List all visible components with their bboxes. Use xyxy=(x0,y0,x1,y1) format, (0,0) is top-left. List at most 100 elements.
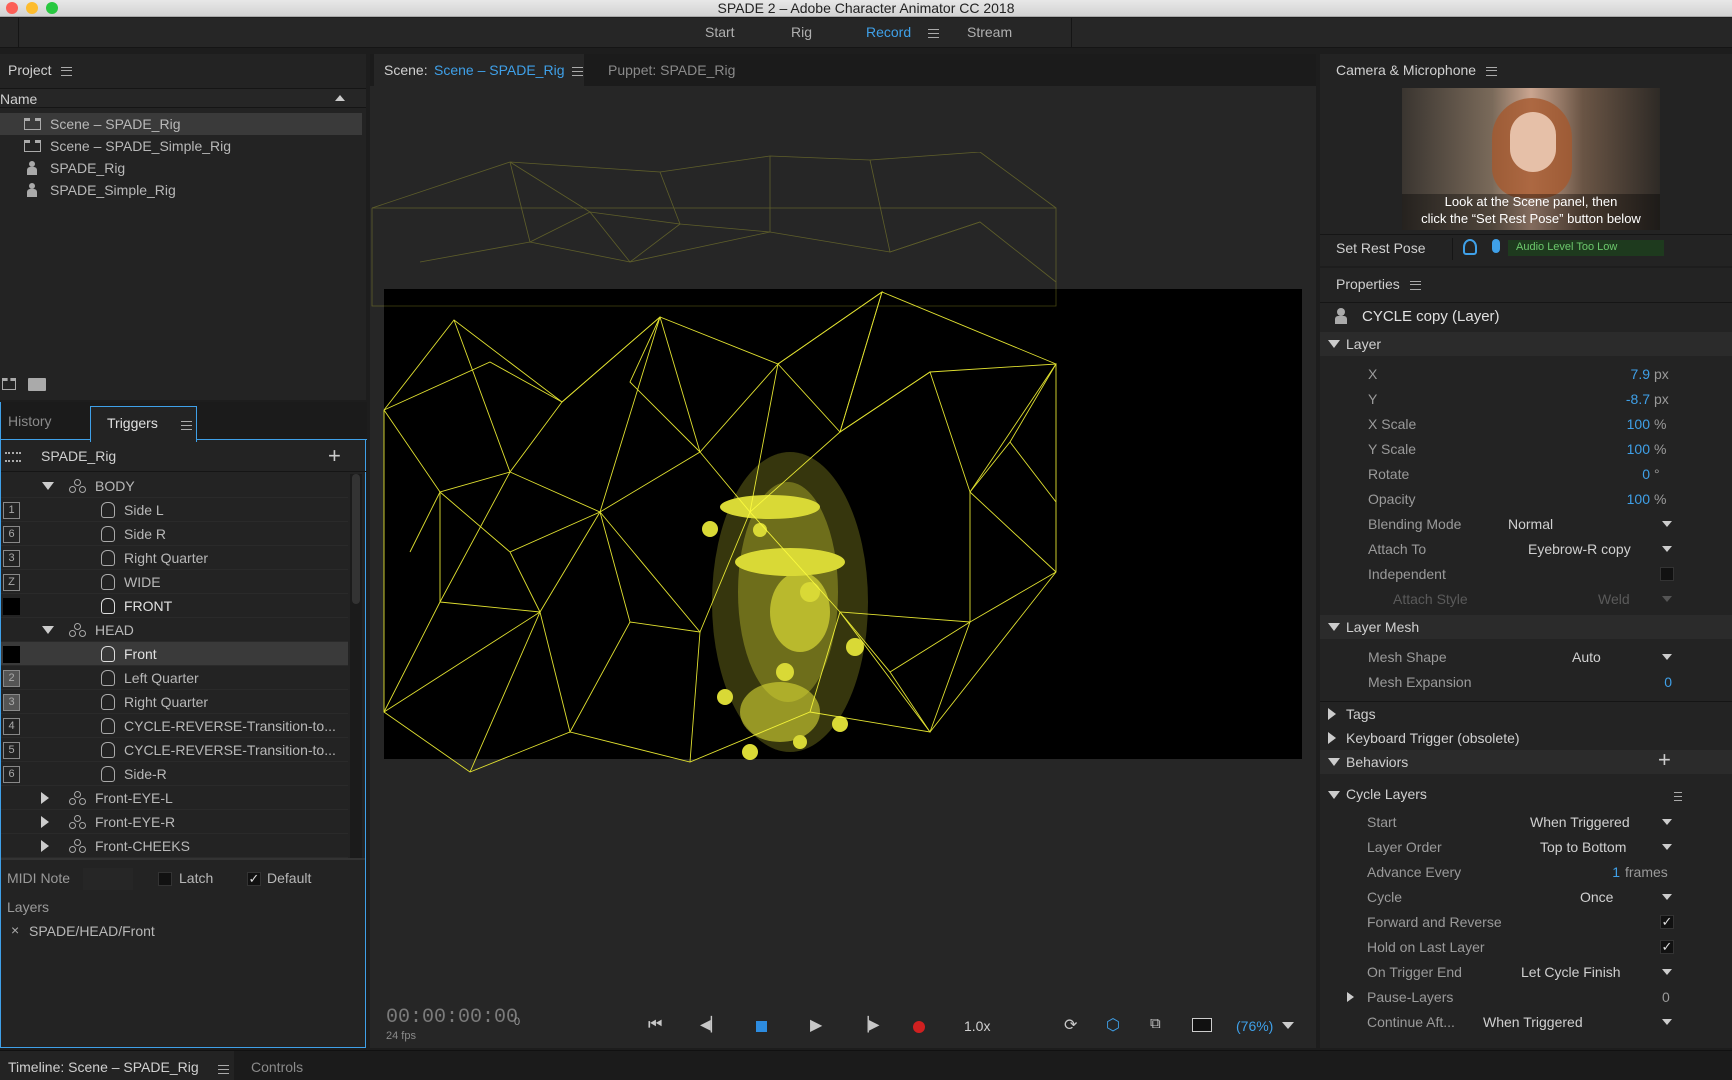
y-value[interactable]: -8.7 xyxy=(1560,388,1650,410)
microphone-icon[interactable] xyxy=(1492,239,1500,253)
collapse-triangle-icon[interactable] xyxy=(41,792,49,804)
trigger-row[interactable]: Z WIDE xyxy=(1,570,348,594)
triggers-menu-icon[interactable] xyxy=(181,421,192,430)
trigger-row[interactable]: FRONT xyxy=(1,594,348,618)
workspace-record[interactable]: Record xyxy=(866,24,911,40)
trigger-row[interactable]: 3 Right Quarter xyxy=(1,546,348,570)
tab-history[interactable]: History xyxy=(8,413,52,429)
mesh-expansion-value[interactable]: 0 xyxy=(1600,671,1672,693)
opacity-value[interactable]: 100 xyxy=(1560,488,1650,510)
tags-section-header[interactable]: Tags xyxy=(1320,703,1732,725)
new-scene-icon[interactable] xyxy=(2,378,16,390)
advance-every-value[interactable]: 1 xyxy=(1560,861,1620,883)
add-trigger-button[interactable]: + xyxy=(328,443,341,469)
camera-menu-icon[interactable] xyxy=(1485,66,1497,76)
trigger-row[interactable]: 2 Left Quarter xyxy=(1,666,348,690)
default-checkbox[interactable]: ✓ xyxy=(247,872,261,886)
trigger-row[interactable]: 6 Side-R xyxy=(1,762,348,786)
zoom-dropdown-icon[interactable] xyxy=(1282,1022,1294,1029)
step-forward-icon[interactable]: ▕▶ xyxy=(858,1016,880,1033)
zoom-level[interactable]: (76%) xyxy=(1236,1018,1273,1034)
workspace-stream[interactable]: Stream xyxy=(967,24,1012,40)
cycle-dropdown[interactable]: Once xyxy=(1580,886,1672,908)
trigger-group-row[interactable]: Front-EYE-L xyxy=(1,786,348,810)
hold-last-layer-checkbox[interactable]: ✓ xyxy=(1660,940,1674,954)
layer-order-dropdown[interactable]: Top to Bottom xyxy=(1540,836,1672,858)
tab-timeline[interactable]: Timeline: Scene – SPADE_Rig xyxy=(0,1051,234,1080)
new-folder-icon[interactable] xyxy=(28,378,46,391)
scene-menu-icon[interactable] xyxy=(572,67,583,76)
loop-icon[interactable]: ⟳ xyxy=(1064,1015,1077,1035)
expand-triangle-icon[interactable] xyxy=(42,482,54,490)
project-menu-icon[interactable] xyxy=(61,66,73,76)
timecode-display[interactable]: 00:00:00:00 xyxy=(386,1006,518,1029)
trigger-group-row[interactable]: BODY xyxy=(1,474,348,498)
workspace-start[interactable]: Start xyxy=(705,24,735,40)
keyboard-trigger-section-header[interactable]: Keyboard Trigger (obsolete) xyxy=(1320,727,1732,749)
independent-checkbox[interactable] xyxy=(1660,567,1674,581)
trigger-group-row[interactable]: Front-EYE-R xyxy=(1,810,348,834)
collapse-triangle-icon[interactable] xyxy=(1347,992,1354,1002)
step-back-icon[interactable]: ◀▏ xyxy=(700,1016,722,1033)
project-column-header[interactable]: Name xyxy=(0,88,366,108)
timeline-menu-icon[interactable] xyxy=(218,1065,229,1074)
scrollbar-thumb[interactable] xyxy=(352,474,360,604)
start-dropdown[interactable]: When Triggered xyxy=(1530,811,1672,833)
behavior-menu-icon[interactable] xyxy=(1674,792,1682,801)
camera-toggle-icon[interactable] xyxy=(1463,239,1477,255)
trigger-row[interactable]: 5 CYCLE-REVERSE-Transition-to... xyxy=(1,738,348,762)
blending-mode-dropdown[interactable]: Normal xyxy=(1508,513,1672,535)
playback-speed[interactable]: 1.0x xyxy=(964,1018,990,1034)
set-rest-pose-button[interactable]: Set Rest Pose xyxy=(1336,240,1426,256)
cycle-layers-header[interactable]: Cycle Layers xyxy=(1320,783,1732,805)
trigger-group-row[interactable]: Front-CHEEKS xyxy=(1,834,348,858)
workspace-menu-icon[interactable] xyxy=(928,29,939,38)
go-to-start-icon[interactable]: ⏮ xyxy=(648,1016,662,1034)
add-behavior-button[interactable]: + xyxy=(1658,748,1671,772)
x-scale-value[interactable]: 100 xyxy=(1560,413,1650,435)
midi-note-input[interactable] xyxy=(83,868,133,890)
trigger-row[interactable]: 3 Right Quarter xyxy=(1,690,348,714)
tab-scene[interactable]: Scene: Scene – SPADE_Rig xyxy=(374,54,584,86)
stop-icon[interactable] xyxy=(756,1021,767,1032)
attach-to-dropdown[interactable]: Eyebrow-R copy xyxy=(1528,538,1672,560)
collapse-triangle-icon[interactable] xyxy=(1328,708,1336,720)
rotate-value[interactable]: 0 xyxy=(1560,463,1650,485)
y-scale-value[interactable]: 100 xyxy=(1560,438,1650,460)
workspace-rig[interactable]: Rig xyxy=(791,24,812,40)
forward-reverse-checkbox[interactable]: ✓ xyxy=(1660,915,1674,929)
expand-triangle-icon[interactable] xyxy=(42,626,54,634)
remove-layer-icon[interactable]: × xyxy=(11,922,19,938)
mesh-shape-dropdown[interactable]: Auto xyxy=(1572,646,1672,668)
layer-section-header[interactable]: Layer xyxy=(1320,332,1732,356)
tab-triggers[interactable]: Triggers xyxy=(90,406,197,442)
trigger-group-row[interactable]: HEAD xyxy=(1,618,348,642)
trigger-row-selected[interactable]: Front xyxy=(1,642,348,666)
tab-controls[interactable]: Controls xyxy=(251,1059,303,1075)
expand-triangle-icon[interactable] xyxy=(1328,791,1340,799)
layer-mesh-section-header[interactable]: Layer Mesh xyxy=(1320,615,1732,639)
trigger-row[interactable]: 4 CYCLE-REVERSE-Transition-to... xyxy=(1,714,348,738)
x-value[interactable]: 7.9 xyxy=(1560,363,1650,385)
collapse-triangle-icon[interactable] xyxy=(1328,732,1336,744)
properties-menu-icon[interactable] xyxy=(1409,280,1421,290)
play-icon[interactable]: ▶ xyxy=(810,1015,822,1035)
continue-after-dropdown[interactable]: When Triggered xyxy=(1483,1011,1672,1033)
expand-triangle-icon[interactable] xyxy=(1328,340,1340,348)
sort-ascending-icon[interactable] xyxy=(335,95,345,101)
trigger-row[interactable]: 6 Side R xyxy=(1,522,348,546)
trigger-row[interactable]: 1 Side L xyxy=(1,498,348,522)
on-trigger-end-dropdown[interactable]: Let Cycle Finish xyxy=(1521,961,1672,983)
triggers-scrollbar[interactable] xyxy=(350,474,362,858)
background-toggle-icon[interactable] xyxy=(1192,1018,1212,1032)
collapse-triangle-icon[interactable] xyxy=(41,840,49,852)
behaviors-section-header[interactable]: Behaviors + xyxy=(1320,748,1732,774)
collapse-triangle-icon[interactable] xyxy=(41,816,49,828)
output-icon[interactable]: ⧉ xyxy=(1150,1015,1161,1032)
expand-triangle-icon[interactable] xyxy=(1328,623,1340,631)
mesh-view-icon[interactable]: ⬡ xyxy=(1106,1015,1120,1035)
expand-triangle-icon[interactable] xyxy=(1328,758,1340,766)
record-icon[interactable] xyxy=(913,1021,925,1033)
tab-puppet[interactable]: Puppet: SPADE_Rig xyxy=(608,62,735,78)
latch-checkbox[interactable] xyxy=(158,872,172,886)
